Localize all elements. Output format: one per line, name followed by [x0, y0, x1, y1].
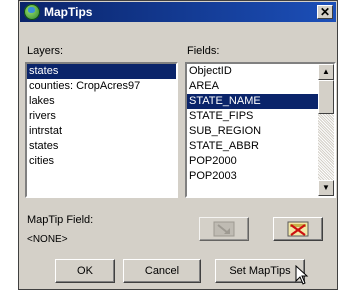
maptip-field-label: MapTip Field: — [27, 214, 94, 226]
field-item[interactable]: POP2000 — [187, 154, 318, 169]
close-button[interactable]: ✕ — [317, 5, 333, 19]
field-item[interactable]: STATE_FIPS — [187, 109, 318, 124]
title-bar: MapTips ✕ — [20, 2, 336, 22]
window-title: MapTips — [44, 5, 93, 19]
layers-label: Layers: — [27, 45, 64, 57]
field-item[interactable]: POP2003 — [187, 169, 318, 184]
scroll-up-button[interactable]: ▲ — [318, 64, 334, 80]
scroll-down-button[interactable]: ▼ — [318, 180, 334, 196]
add-field-button[interactable] — [199, 217, 249, 241]
layers-list[interactable]: states counties: CropAcres97 lakes river… — [25, 62, 178, 198]
field-item[interactable]: STATE_ABBR — [187, 139, 318, 154]
layer-item[interactable]: states — [27, 64, 176, 79]
set-maptips-button[interactable]: Set MapTips — [215, 259, 305, 283]
fields-list[interactable]: ObjectID AREA STATE_NAME STATE_FIPS SUB_… — [185, 62, 336, 198]
field-item[interactable]: STATE_NAME — [187, 94, 318, 109]
layer-item[interactable]: lakes — [27, 94, 176, 109]
fields-items: ObjectID AREA STATE_NAME STATE_FIPS SUB_… — [187, 64, 318, 184]
fields-scrollbar[interactable]: ▲ ▼ — [318, 64, 334, 196]
layer-item[interactable]: cities — [27, 154, 176, 169]
scroll-thumb[interactable] — [318, 80, 334, 114]
layer-item[interactable]: rivers — [27, 109, 176, 124]
field-item[interactable]: ObjectID — [187, 64, 318, 79]
ok-button[interactable]: OK — [55, 259, 115, 283]
field-item[interactable]: AREA — [187, 79, 318, 94]
maptip-field-value: <NONE> — [27, 234, 68, 245]
layer-item[interactable]: intrstat — [27, 124, 176, 139]
remove-field-button[interactable] — [273, 217, 323, 241]
fields-label: Fields: — [187, 45, 220, 57]
cancel-button[interactable]: Cancel — [123, 259, 201, 283]
mouse-pointer-icon — [295, 265, 309, 285]
add-field-icon — [213, 221, 235, 237]
layer-item[interactable]: counties: CropAcres97 — [27, 79, 176, 94]
maptips-dialog: MapTips ✕ Layers: states counties: CropA… — [18, 0, 338, 290]
field-item[interactable]: SUB_REGION — [187, 124, 318, 139]
layer-item[interactable]: states — [27, 139, 176, 154]
maptips-globe-icon — [24, 4, 40, 20]
remove-field-icon — [287, 221, 309, 237]
